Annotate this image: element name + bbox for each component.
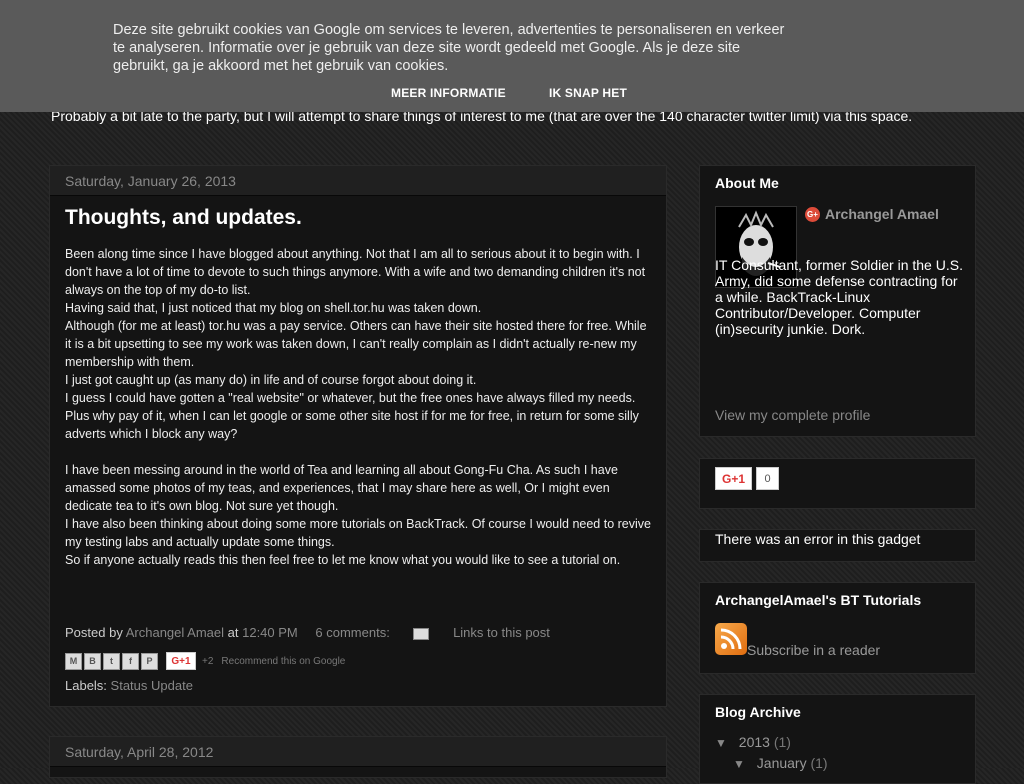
post-paragraph: I guess I could have gotten a "real webs…: [65, 391, 639, 441]
links-to-post-link[interactable]: Links to this post: [453, 625, 550, 640]
archive-month[interactable]: ▼ January (1): [733, 755, 828, 771]
post: Saturday, January 26, 2013 Thoughts, and…: [49, 165, 667, 707]
more-info-button[interactable]: MEER INFORMATIE: [391, 86, 506, 100]
widget-title: About Me: [715, 175, 779, 191]
post-paragraph: I just got caught up (as many do) in lif…: [65, 373, 477, 387]
labels-row: Labels: Status Update: [65, 678, 193, 693]
profile-name[interactable]: G+ Archangel Amael: [805, 206, 939, 222]
at-label: at: [227, 625, 239, 640]
blogger-share-icon[interactable]: B: [84, 652, 101, 670]
labels-label: Labels:: [65, 678, 107, 693]
post-paragraph: Been along time since I have blogged abo…: [65, 247, 646, 297]
view-profile-link[interactable]: View my complete profile: [715, 407, 870, 423]
tutorials-widget: ArchangelAmael's BT Tutorials Subscribe …: [699, 582, 976, 674]
recommend-text: Recommend this on Google: [221, 655, 346, 667]
archive-month-count: (1): [810, 755, 828, 771]
profile-name-text[interactable]: Archangel Amael: [825, 206, 939, 222]
post-paragraph: So if anyone actually reads this then fe…: [65, 553, 621, 567]
error-widget: There was an error in this gadget: [699, 529, 976, 562]
post-paragraph: I have also been thinking about doing so…: [65, 517, 651, 549]
gplus-count: 0: [756, 467, 779, 490]
share-buttons: M B t f P G+1 +2 Recommend this on Googl…: [65, 651, 345, 671]
post-paragraph: Having said that, I just noticed that my…: [65, 301, 482, 315]
archive-month-link[interactable]: January: [757, 755, 807, 771]
post-time-link[interactable]: 12:40 PM: [242, 625, 298, 640]
widget-title: ArchangelAmael's BT Tutorials: [715, 592, 922, 608]
gadget-error-text: There was an error in this gadget: [715, 531, 921, 547]
archive-year-count: (1): [773, 734, 791, 750]
plusone-widget: G+1 0: [699, 458, 976, 509]
gplus-one-button[interactable]: G+1: [166, 652, 196, 670]
date-header: Saturday, April 28, 2012: [50, 737, 666, 767]
rss-icon[interactable]: [715, 623, 747, 655]
profile-bio-text: IT Consultant, former Soldier in the U.S…: [715, 257, 963, 337]
post-paragraph: Although (for me at least) tor.hu was a …: [65, 319, 647, 369]
cookie-consent-bar: Deze site gebruikt cookies van Google om…: [0, 0, 1024, 112]
post-footer: Posted by Archangel Amael at 12:40 PM 6 …: [65, 625, 550, 640]
collapse-toggle-icon[interactable]: ▼: [733, 757, 745, 771]
author-link[interactable]: Archangel Amael: [126, 625, 224, 640]
posted-by-label: Posted by: [65, 625, 123, 640]
label-link[interactable]: Status Update: [111, 678, 193, 693]
archive-year-link[interactable]: 2013: [739, 734, 770, 750]
date-header: Saturday, January 26, 2013: [50, 166, 666, 196]
subscribe-link[interactable]: Subscribe in a reader: [747, 642, 880, 658]
gplus-one-button[interactable]: G+1: [715, 467, 752, 490]
blog-archive-widget: Blog Archive ▼ 2013 (1) ▼ January (1): [699, 694, 976, 784]
email-share-icon[interactable]: M: [65, 652, 82, 670]
post-paragraph: I have been messing around in the world …: [65, 463, 618, 513]
post-body: Been along time since I have blogged abo…: [65, 245, 655, 569]
email-post-icon[interactable]: [413, 627, 430, 640]
post-title[interactable]: Thoughts, and updates.: [65, 206, 302, 230]
google-plus-icon: G+: [805, 206, 820, 222]
cookie-text: Deze site gebruikt cookies van Google om…: [113, 22, 785, 74]
collapse-toggle-icon[interactable]: ▼: [715, 736, 727, 750]
comments-link[interactable]: 6 comments:: [315, 625, 389, 640]
facebook-share-icon[interactable]: f: [122, 652, 139, 670]
post: Saturday, April 28, 2012: [49, 736, 667, 778]
about-me-widget: About Me G+ Archangel Amael IT Consultan…: [699, 165, 976, 437]
profile-bio: IT Consultant, former Soldier in the U.S…: [715, 257, 965, 337]
widget-title: Blog Archive: [715, 704, 801, 720]
accept-cookies-button[interactable]: IK SNAP HET: [549, 86, 627, 100]
pinterest-share-icon[interactable]: P: [141, 652, 158, 670]
twitter-share-icon[interactable]: t: [103, 652, 120, 670]
plus-count: +2: [202, 655, 214, 667]
archive-year[interactable]: ▼ 2013 (1): [715, 734, 791, 750]
